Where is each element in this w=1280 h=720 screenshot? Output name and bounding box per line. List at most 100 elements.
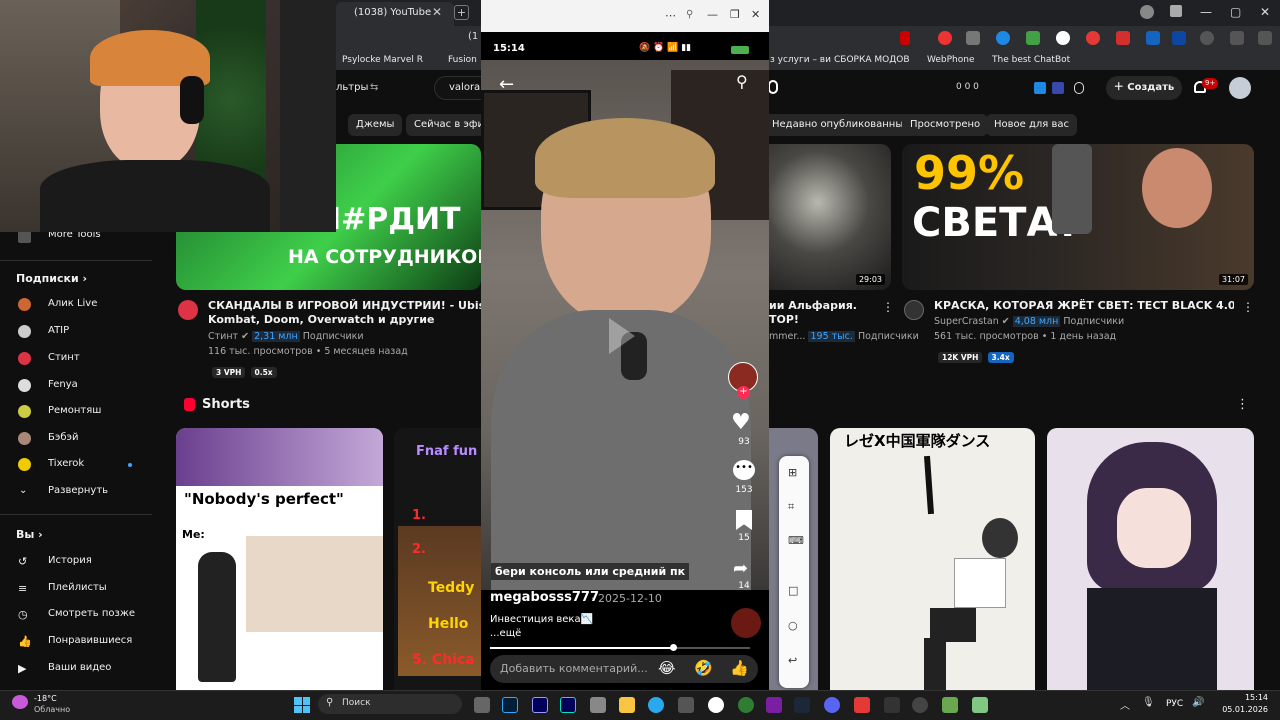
ext-download-icon[interactable]	[1026, 31, 1040, 45]
bookmark-item[interactable]: Psylocke Marvel R	[342, 55, 423, 65]
language-indicator[interactable]: РУС	[1166, 699, 1183, 709]
video-channel[interactable]: SuperCrastan ✔ 4,08 млн Подписчики	[934, 316, 1124, 327]
menu-icon[interactable]	[1258, 31, 1272, 45]
tab-search-icon[interactable]	[1170, 5, 1182, 17]
more-link[interactable]: ...ещё	[490, 628, 521, 639]
more-options-icon[interactable]: ⋮	[882, 300, 894, 314]
sidebar-item-sub[interactable]: Бэбэй	[48, 432, 79, 443]
explorer-icon[interactable]	[619, 697, 635, 713]
tiktok-video[interactable]: ← ⚲	[481, 60, 769, 590]
heart-icon[interactable]: ♥	[731, 410, 751, 435]
more-icon[interactable]: ⋯	[665, 9, 676, 22]
bookmark-item[interactable]: WebPhone	[927, 55, 975, 65]
address-bar[interactable]: (1	[468, 31, 478, 42]
emoji-thumbs-up[interactable]: 👍	[730, 659, 749, 677]
video-thumbnail[interactable]: 29:03	[769, 144, 891, 290]
filters-button[interactable]: льтры	[336, 82, 368, 93]
sidebar-item-history[interactable]: История	[48, 555, 92, 566]
comment-icon[interactable]: •••	[733, 460, 755, 480]
username[interactable]: megabosss777	[490, 590, 599, 605]
profile-avatar[interactable]	[1140, 5, 1154, 19]
subscriptions-heading[interactable]: Подписки ›	[16, 272, 87, 285]
short-card[interactable]: "Nobody's perfect" Me:	[176, 428, 383, 690]
sidebar-item-liked[interactable]: Понравившиеся	[48, 635, 132, 646]
channel-avatar[interactable]	[904, 300, 924, 320]
extensions-icon[interactable]	[1230, 31, 1244, 45]
video-title[interactable]: СКАНДАЛЫ В ИГРОВОЙ ИНДУСТРИИ! - Ubisoft,…	[208, 299, 481, 313]
app-icon[interactable]	[738, 697, 754, 713]
close-window-button[interactable]: ✕	[1260, 5, 1270, 19]
back-arrow-icon[interactable]: ←	[499, 74, 514, 95]
weather-temp[interactable]: -18°C	[34, 694, 57, 703]
chip-watched[interactable]: Просмотрено	[902, 114, 989, 136]
sidebar-item-your-videos[interactable]: Ваши видео	[48, 662, 111, 673]
ext-blue-icon[interactable]	[996, 31, 1010, 45]
mic-tray-icon[interactable]: 🎙	[1142, 697, 1155, 708]
short-card[interactable]: レゼX中国軍隊ダンス	[830, 428, 1035, 690]
create-button[interactable]: ＋ Создать	[1106, 76, 1182, 100]
adblock-icon[interactable]	[1086, 31, 1100, 45]
yandex-icon[interactable]	[708, 697, 724, 713]
minimize-button[interactable]: —	[1200, 5, 1212, 19]
chip-recent[interactable]: Недавно опубликованные	[764, 114, 918, 136]
video-title[interactable]: КРАСКА, КОТОРАЯ ЖРЁТ СВЕТ: ТЕСТ BLACK 4.…	[934, 299, 1234, 313]
keyboard-icon[interactable]: ⌨	[788, 534, 804, 547]
emoji-laugh[interactable]: 😂	[658, 659, 676, 677]
sidebar-item-sub[interactable]: Fenya	[48, 379, 78, 390]
mic-icon[interactable]	[768, 80, 778, 94]
taskbar-search[interactable]: ⚲ Поиск	[318, 694, 462, 714]
channel-avatar[interactable]	[178, 300, 198, 320]
premiere-icon[interactable]	[532, 697, 548, 713]
back-icon[interactable]: ↩	[788, 654, 797, 667]
you-heading[interactable]: Вы ›	[16, 528, 43, 541]
share-icon[interactable]: ➦	[733, 558, 748, 579]
more-options-icon[interactable]: ⋮	[1242, 300, 1254, 314]
photoshop-icon[interactable]	[502, 697, 518, 713]
steam-icon[interactable]	[794, 697, 810, 713]
sidebar-expand[interactable]: Развернуть	[48, 485, 108, 496]
minimize-icon[interactable]: —	[707, 8, 718, 21]
emoji-rofl[interactable]: 🤣	[694, 659, 713, 677]
ext-q-icon[interactable]	[1146, 31, 1160, 45]
volume-icon[interactable]: 🔊	[1192, 697, 1204, 708]
tray-chevron-icon[interactable]: ︿	[1120, 697, 1130, 712]
video-channel[interactable]: mmer... 195 тыс. Подписчики	[769, 331, 919, 342]
short-card[interactable]	[1047, 428, 1254, 690]
maximize-button[interactable]: ▢	[1230, 5, 1241, 19]
task-view-icon[interactable]	[474, 697, 490, 713]
audition-icon[interactable]	[560, 697, 576, 713]
crop-icon[interactable]: ⌗	[788, 500, 794, 514]
sidebar-item-sub[interactable]: Стинт	[48, 352, 80, 363]
sidebar-item-sub[interactable]: Tixerok	[48, 458, 84, 469]
bookmark-icon[interactable]	[900, 31, 910, 45]
ext-icon[interactable]	[1034, 82, 1046, 94]
windows-start-icon[interactable]	[294, 697, 310, 713]
media-icon[interactable]	[1200, 31, 1214, 45]
ext-pen-icon[interactable]	[1116, 31, 1130, 45]
comment-box[interactable]: Добавить комментарий... 😂 🤣 👍	[490, 655, 758, 683]
restore-icon[interactable]: ❐	[730, 8, 740, 21]
ext-red-icon[interactable]	[938, 31, 952, 45]
sidebar-item-sub[interactable]: Ремонтяш	[48, 405, 101, 416]
circle-icon[interactable]: ○	[788, 619, 798, 632]
app-icon[interactable]	[884, 697, 900, 713]
short-card[interactable]: Fnaf fun 1. 2. Teddy Hello 5. Chica	[394, 428, 481, 690]
photoshop-ext-icon[interactable]	[1172, 31, 1186, 45]
video-channel[interactable]: Стинт ✔ 2,31 млн Подписчики	[208, 331, 364, 342]
clock-time[interactable]: 15:14	[1228, 693, 1268, 702]
app-icon[interactable]	[766, 697, 782, 713]
bookmark-item[interactable]: з услуги – ви	[770, 55, 831, 65]
bookmark-item[interactable]: СБОРКА МОДОВ	[834, 55, 910, 65]
clock-date[interactable]: 05.01.2026	[1216, 705, 1268, 714]
ext-grey-icon[interactable]	[966, 31, 980, 45]
discord-icon[interactable]	[824, 697, 840, 713]
app-icon[interactable]	[972, 697, 988, 713]
sidebar-item-watch-later[interactable]: Смотреть позже	[48, 608, 135, 619]
ext-icon[interactable]	[1052, 82, 1064, 94]
telegram-icon[interactable]	[648, 697, 664, 713]
progress-handle[interactable]	[670, 644, 677, 651]
sidebar-item-playlists[interactable]: Плейлисты	[48, 582, 107, 593]
search-icon[interactable]: ⚲	[736, 72, 748, 91]
close-icon[interactable]: ✕	[751, 8, 760, 21]
more-options-icon[interactable]: ⋮	[1236, 397, 1249, 412]
